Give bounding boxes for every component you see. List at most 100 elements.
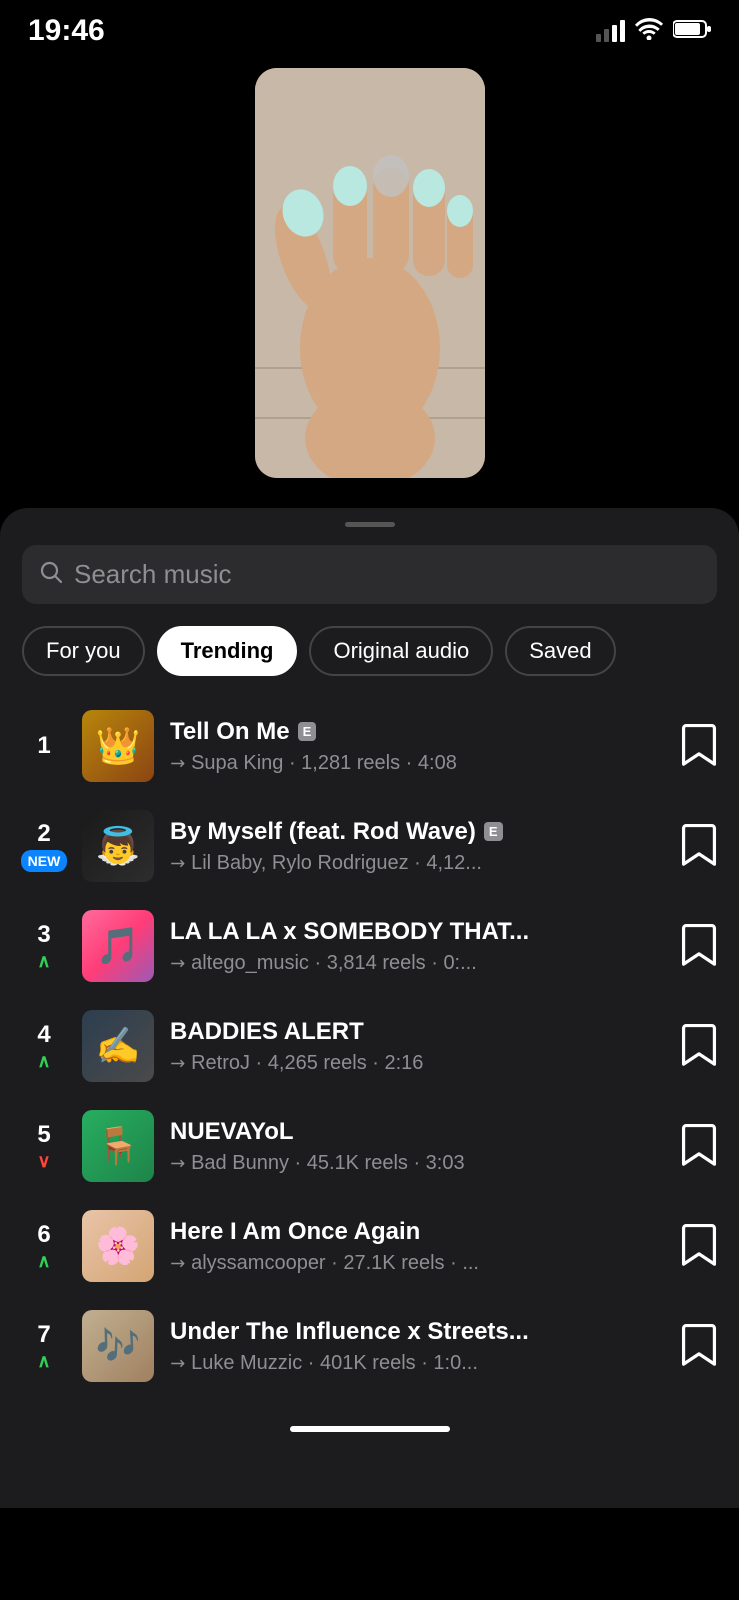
song-meta-text: Luke Muzzic · 401K reels · 1:0... <box>191 1352 478 1375</box>
song-meta-text: RetroJ · 4,265 reels · 2:16 <box>191 1052 423 1075</box>
music-item-3[interactable]: 3∧ 🎵 LA LA LA x SOMEBODY THAT... ↗altego_mu… <box>0 896 739 996</box>
song-meta: ↗altego_music · 3,814 reels · 0:... <box>170 952 665 975</box>
trend-down-icon: ∨ <box>37 1151 50 1172</box>
song-meta-text: Bad Bunny · 45.1K reels · 3:03 <box>191 1152 465 1175</box>
bottom-indicator <box>0 1416 739 1452</box>
category-tabs: For you Trending Original audio Saved <box>0 620 739 696</box>
link-arrow-icon: ↗ <box>165 950 191 976</box>
song-meta: ↗RetroJ · 4,265 reels · 2:16 <box>170 1052 665 1075</box>
song-title: BADDIES ALERT <box>170 1018 364 1046</box>
bookmark-button[interactable] <box>681 925 717 967</box>
music-item-2[interactable]: 2NEW 👼 By Myself (feat. Rod Wave) E ↗Lil Bab… <box>0 796 739 896</box>
music-item-5[interactable]: 5∨ 🪑 NUEVAYoL ↗Bad Bunny · 45.1K reels · 3:… <box>0 1096 739 1196</box>
rank-col-4: 4∧ <box>22 1021 66 1072</box>
music-item-7[interactable]: 7∧ 🎶 Under The Influence x Streets... ↗Luke… <box>0 1296 739 1396</box>
song-meta: ↗alyssamcooper · 27.1K reels · ... <box>170 1252 665 1275</box>
song-meta: ↗Luke Muzzic · 401K reels · 1:0... <box>170 1352 665 1375</box>
rank-number: 3 <box>37 921 50 949</box>
rank-number: 4 <box>37 1021 50 1049</box>
rank-col-2: 2NEW <box>22 820 66 872</box>
song-info: Tell On Me E ↗Supa King · 1,281 reels · 4:… <box>170 718 665 775</box>
battery-icon <box>673 19 711 44</box>
trend-up-icon: ∧ <box>37 1251 50 1272</box>
bookmark-button[interactable] <box>681 1225 717 1267</box>
bookmark-button[interactable] <box>681 1025 717 1067</box>
song-info: Here I Am Once Again ↗alyssamcooper · 27.… <box>170 1218 665 1275</box>
drag-handle[interactable] <box>345 522 395 527</box>
tab-for-you[interactable]: For you <box>22 626 145 676</box>
bottom-sheet: Search music For you Trending Original a… <box>0 508 739 1508</box>
song-meta-text: altego_music · 3,814 reels · 0:... <box>191 952 477 975</box>
wifi-icon <box>635 18 663 45</box>
trend-up-icon: ∧ <box>37 1051 50 1072</box>
song-meta: ↗Supa King · 1,281 reels · 4:08 <box>170 752 665 775</box>
status-time: 19:46 <box>28 14 105 48</box>
rank-col-7: 7∧ <box>22 1321 66 1372</box>
song-title: By Myself (feat. Rod Wave) <box>170 818 476 846</box>
song-info: Under The Influence x Streets... ↗Luke Mu… <box>170 1318 665 1375</box>
music-item-6[interactable]: 6∧ 🌸 Here I Am Once Again ↗alyssamcooper · … <box>0 1196 739 1296</box>
video-preview-area <box>0 58 739 508</box>
search-icon <box>40 561 62 589</box>
link-arrow-icon: ↗ <box>165 1150 191 1176</box>
new-badge: NEW <box>21 850 68 872</box>
tab-saved[interactable]: Saved <box>505 626 615 676</box>
bookmark-button[interactable] <box>681 1325 717 1367</box>
song-title: Here I Am Once Again <box>170 1218 420 1246</box>
drag-handle-wrap <box>0 508 739 535</box>
song-meta-text: Supa King · 1,281 reels · 4:08 <box>191 752 457 775</box>
signal-icon <box>596 20 625 42</box>
link-arrow-icon: ↗ <box>165 750 191 776</box>
rank-col-1: 1 <box>22 732 66 760</box>
music-item-1[interactable]: 1 👑 Tell On Me E ↗Supa King · 1,281 reels · … <box>0 696 739 796</box>
song-thumbnail: 🎶 <box>82 1310 154 1382</box>
rank-number: 5 <box>37 1121 50 1149</box>
explicit-badge: E <box>298 722 317 741</box>
trend-up-icon: ∧ <box>37 1351 50 1372</box>
song-meta-text: Lil Baby, Rylo Rodriguez · 4,12... <box>191 852 482 875</box>
song-title: NUEVAYoL <box>170 1118 294 1146</box>
song-meta: ↗Bad Bunny · 45.1K reels · 3:03 <box>170 1152 665 1175</box>
status-bar: 19:46 <box>0 0 739 58</box>
bookmark-button[interactable] <box>681 1125 717 1167</box>
song-info: BADDIES ALERT ↗RetroJ · 4,265 reels · 2:1… <box>170 1018 665 1075</box>
song-thumbnail: ✍️ <box>82 1010 154 1082</box>
tab-original-audio[interactable]: Original audio <box>309 626 493 676</box>
song-thumbnail: 🌸 <box>82 1210 154 1282</box>
song-meta: ↗Lil Baby, Rylo Rodriguez · 4,12... <box>170 852 665 875</box>
rank-number: 6 <box>37 1221 50 1249</box>
video-thumbnail[interactable] <box>255 68 485 478</box>
song-title: Under The Influence x Streets... <box>170 1318 529 1346</box>
rank-col-6: 6∧ <box>22 1221 66 1272</box>
rank-number: 1 <box>37 732 50 760</box>
song-thumbnail: 👑 <box>82 710 154 782</box>
song-thumbnail: 🪑 <box>82 1110 154 1182</box>
song-thumbnail: 🎵 <box>82 910 154 982</box>
status-icons <box>596 18 711 45</box>
rank-number: 7 <box>37 1321 50 1349</box>
rank-col-5: 5∨ <box>22 1121 66 1172</box>
song-info: By Myself (feat. Rod Wave) E ↗Lil Baby, Ry… <box>170 818 665 875</box>
song-title: LA LA LA x SOMEBODY THAT... <box>170 918 529 946</box>
song-meta-text: alyssamcooper · 27.1K reels · ... <box>191 1252 479 1275</box>
home-indicator-bar <box>290 1426 450 1432</box>
trend-up-icon: ∧ <box>37 951 50 972</box>
music-list: 1👑Tell On MeE↗Supa King · 1,281 reels · … <box>0 696 739 1416</box>
bookmark-button[interactable] <box>681 725 717 767</box>
song-info: NUEVAYoL ↗Bad Bunny · 45.1K reels · 3:03 <box>170 1118 665 1175</box>
link-arrow-icon: ↗ <box>165 1350 191 1376</box>
song-thumbnail: 👼 <box>82 810 154 882</box>
song-info: LA LA LA x SOMEBODY THAT... ↗altego_music… <box>170 918 665 975</box>
search-bar[interactable]: Search music <box>22 545 717 604</box>
search-wrap: Search music <box>0 535 739 620</box>
music-item-4[interactable]: 4∧ ✍️ BADDIES ALERT ↗RetroJ · 4,265 reels ·… <box>0 996 739 1096</box>
link-arrow-icon: ↗ <box>165 1050 191 1076</box>
explicit-badge: E <box>484 822 503 841</box>
song-title: Tell On Me <box>170 718 290 746</box>
bookmark-button[interactable] <box>681 825 717 867</box>
search-placeholder: Search music <box>74 559 232 590</box>
link-arrow-icon: ↗ <box>165 850 191 876</box>
rank-number: 2 <box>37 820 50 848</box>
rank-col-3: 3∧ <box>22 921 66 972</box>
tab-trending[interactable]: Trending <box>157 626 298 676</box>
